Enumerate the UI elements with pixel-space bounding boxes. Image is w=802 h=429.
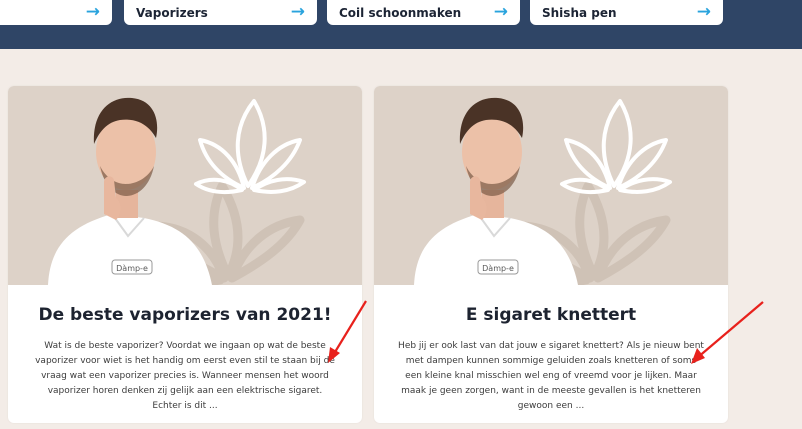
category-button-vaporizers[interactable]: Vaporizers → xyxy=(124,0,317,25)
category-label: Shisha pen xyxy=(542,5,617,20)
blog-card-excerpt: Heb jij er ook last van dat jouw e sigar… xyxy=(398,341,704,411)
arrow-right-icon: → xyxy=(696,2,711,22)
category-label: Vaporizers xyxy=(136,5,208,20)
annotation-arrow-icon xyxy=(328,300,367,363)
blog-card[interactable]: Dàmp-e De beste vaporizers van 2021! Wat… xyxy=(8,86,362,423)
category-button-coil-schoonmaken[interactable]: Coil schoonmaken → xyxy=(327,0,520,25)
person-illustration: Dàmp-e xyxy=(48,97,212,285)
person-illustration: Dàmp-e xyxy=(414,97,578,285)
blog-card-excerpt: Wat is de beste vaporizer? Voordat we in… xyxy=(35,341,335,411)
arrow-right-icon: → xyxy=(493,2,508,22)
category-button-shisha-pen[interactable]: Shisha pen → xyxy=(530,0,723,25)
annotation-arrow-icon xyxy=(691,301,764,364)
blog-card-title[interactable]: E sigaret knettert xyxy=(374,305,728,325)
shirt-logo: Dàmp-e xyxy=(116,264,148,273)
leaf-white-icon xyxy=(560,99,672,194)
category-button-1[interactable]: → xyxy=(0,0,112,25)
arrow-right-icon: → xyxy=(85,2,100,22)
blog-card-image[interactable]: Dàmp-e xyxy=(374,86,728,285)
arrow-right-icon: → xyxy=(290,2,305,22)
blog-card-image[interactable]: Dàmp-e xyxy=(8,86,362,285)
category-label: Coil schoonmaken xyxy=(339,5,462,20)
leaf-white-icon xyxy=(194,99,306,194)
shirt-logo: Dàmp-e xyxy=(482,264,514,273)
blog-card-title[interactable]: De beste vaporizers van 2021! xyxy=(8,305,362,325)
blog-card[interactable]: Dàmp-e E sigaret knettert Heb jij er ook… xyxy=(374,86,728,423)
